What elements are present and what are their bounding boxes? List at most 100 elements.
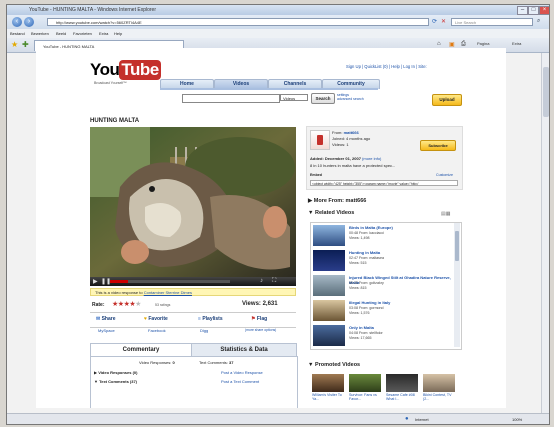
promoted-item[interactable]: William's Visiter To Ya... bbox=[312, 374, 344, 401]
search-icon[interactable]: ⌕ bbox=[537, 18, 540, 25]
minimize-icon[interactable]: – bbox=[517, 6, 528, 15]
video-thumbnail[interactable] bbox=[313, 300, 345, 321]
tab-statistics[interactable]: Statistics & Data bbox=[191, 343, 297, 357]
post-video-response-link[interactable]: Post a Video Response bbox=[221, 370, 263, 375]
promoted-item[interactable]: Survivor: Fans vs Favor... bbox=[349, 374, 381, 401]
favorites-star-icon[interactable]: ★ bbox=[11, 40, 18, 49]
video-thumbnail[interactable] bbox=[313, 225, 345, 246]
post-text-comment-link[interactable]: Post a Text Comment bbox=[221, 379, 259, 384]
close-icon[interactable]: × bbox=[539, 6, 549, 15]
promoted-item[interactable]: Bikini Contest, TV (2... bbox=[423, 374, 455, 401]
page-scrollbar[interactable] bbox=[541, 53, 549, 413]
address-bar[interactable]: http://www.youtube.com/watch?v=560ZRTl4A… bbox=[47, 18, 429, 26]
subscribe-button[interactable]: Subscribe bbox=[420, 140, 456, 151]
videos-count: Videos: 1 bbox=[332, 142, 349, 147]
video-player[interactable] bbox=[90, 127, 296, 277]
list-item[interactable]: Birds in Malta (Europe) 00:48 From: kacci… bbox=[311, 223, 453, 248]
more-share-options[interactable]: (more share options) bbox=[245, 328, 276, 332]
favorite-icon: ♥ bbox=[144, 316, 147, 322]
browser-search-input[interactable]: Live Search bbox=[451, 18, 533, 26]
joined-text: Joined: 4 months ago bbox=[332, 136, 371, 141]
list-item[interactable]: Illegal Hunting in Italy 03:08 From: gorm… bbox=[311, 298, 453, 323]
embed-code-field[interactable]: <object width="425" height="355"><param … bbox=[310, 180, 458, 186]
menu-view[interactable]: Beeld bbox=[56, 31, 66, 36]
seek-bar[interactable] bbox=[110, 280, 230, 283]
more-info-link[interactable]: (more info) bbox=[362, 156, 381, 161]
chevron-right-icon: ▶ bbox=[308, 198, 313, 204]
tab-commentary[interactable]: Commentary bbox=[90, 343, 192, 357]
customize-link[interactable]: Customize bbox=[436, 173, 453, 177]
share-facebook[interactable]: Facebook bbox=[148, 328, 166, 333]
video-thumbnail[interactable] bbox=[349, 374, 381, 392]
list-item[interactable]: Injured Black Winged Stilt at Ghadira Na… bbox=[311, 273, 453, 298]
fullscreen-icon[interactable]: ⛶ bbox=[272, 278, 276, 285]
tools-menu[interactable]: Extra bbox=[512, 41, 521, 46]
video-description: 8 in 10 hunters in malta have a protecte… bbox=[310, 163, 396, 168]
advanced-search-link[interactable]: advanced search bbox=[337, 97, 364, 101]
share-digg[interactable]: Digg bbox=[200, 328, 208, 333]
video-thumbnail[interactable] bbox=[423, 374, 455, 392]
embed-label: Embed bbox=[310, 173, 322, 177]
avatar[interactable] bbox=[310, 130, 330, 150]
nav-underline bbox=[160, 88, 378, 90]
related-videos-list: Birds in Malta (Europe) 00:48 From: kacci… bbox=[310, 222, 462, 350]
page-menu[interactable]: Pagina bbox=[477, 41, 489, 46]
menu-favorites[interactable]: Favorieten bbox=[73, 31, 92, 36]
menu-tools[interactable]: Extra bbox=[99, 31, 108, 36]
video-frame bbox=[90, 127, 296, 277]
text-comments-row[interactable]: ▼ Text Comments (37) bbox=[94, 379, 137, 384]
rating-star[interactable]: ★ bbox=[135, 301, 141, 308]
response-link[interactable]: Contaminer Sterrine Dimes bbox=[144, 290, 192, 295]
favorite-button[interactable]: ♥ Favorite bbox=[144, 314, 168, 324]
video-thumbnail[interactable] bbox=[312, 374, 344, 392]
playlists-button[interactable]: ≡ Playlists bbox=[198, 314, 223, 324]
youtube-logo[interactable]: You Tube bbox=[90, 60, 161, 80]
video-responses-summary: Video Responses: 0 bbox=[139, 360, 175, 365]
video-thumbnail[interactable] bbox=[313, 325, 345, 346]
share-button[interactable]: ✉ Share bbox=[96, 314, 116, 324]
video-thumbnail[interactable] bbox=[386, 374, 418, 392]
share-icon: ✉ bbox=[96, 316, 101, 322]
youtube-page: You Tube Broadcast Yourself™ Sign Up | Qu… bbox=[36, 48, 506, 408]
list-item[interactable]: Only in Malta 04:08 From: stellfolor Views… bbox=[311, 323, 453, 348]
search-button[interactable]: Search bbox=[311, 93, 335, 104]
menu-file[interactable]: Bestand bbox=[10, 31, 25, 36]
search-category-select[interactable]: Videos bbox=[280, 94, 308, 101]
maximize-icon[interactable]: □ bbox=[528, 6, 539, 15]
upload-button[interactable]: Upload bbox=[432, 94, 462, 106]
rating-stars[interactable]: ★★★★★ bbox=[112, 300, 141, 308]
play-icon[interactable]: ▶ bbox=[93, 278, 98, 285]
related-scrollbar[interactable] bbox=[454, 223, 460, 347]
feeds-icon[interactable]: ▣ bbox=[449, 41, 455, 48]
search-input[interactable] bbox=[182, 94, 280, 103]
chevron-down-icon: ▼ bbox=[308, 362, 314, 368]
list-item[interactable]: Hunting in Malta 02:47 From: maltasea View… bbox=[311, 248, 453, 273]
volume-icon[interactable]: ♪ bbox=[260, 278, 263, 284]
promoted-item[interactable]: Sesame Cafe #08 What I... bbox=[386, 374, 418, 401]
refresh-icon[interactable]: ⟳ bbox=[432, 18, 437, 25]
menu-edit[interactable]: Bewerken bbox=[31, 31, 49, 36]
add-favorite-icon[interactable]: ✚ bbox=[22, 40, 29, 49]
menu-help[interactable]: Help bbox=[114, 31, 122, 36]
related-videos-header[interactable]: ▼ Related Videos bbox=[308, 210, 354, 216]
more-from-header[interactable]: ▶ More From: matt666 bbox=[308, 198, 366, 204]
window-title: YouTube - HUNTING MALTA - Windows Intern… bbox=[29, 7, 156, 13]
home-icon[interactable]: ⌂ bbox=[437, 41, 441, 47]
stop-icon[interactable]: ✕ bbox=[441, 18, 446, 25]
back-icon[interactable]: ‹ bbox=[12, 17, 22, 27]
list-view-icon[interactable]: ▤▦ bbox=[441, 211, 450, 217]
channel-link[interactable]: matt666 bbox=[344, 130, 359, 135]
flag-icon: ⚑ bbox=[251, 316, 256, 322]
promoted-videos-header[interactable]: ▼ Promoted Videos bbox=[308, 362, 360, 368]
video-responses-row[interactable]: ▶ Video Responses (0) bbox=[94, 370, 137, 375]
flag-button[interactable]: ⚑ Flag bbox=[251, 314, 267, 324]
video-thumbnail[interactable] bbox=[313, 250, 345, 271]
share-myspace[interactable]: MySpace bbox=[98, 328, 115, 333]
rate-label: Rate: bbox=[92, 302, 105, 308]
forward-icon[interactable]: › bbox=[24, 17, 34, 27]
video-thumbnail[interactable] bbox=[313, 275, 345, 296]
print-icon[interactable]: ⎙ bbox=[461, 41, 466, 48]
account-links[interactable]: Sign Up | QuickList (0) | Help | Log In … bbox=[346, 64, 427, 69]
title-bar: YouTube - HUNTING MALTA - Windows Intern… bbox=[7, 5, 549, 15]
zoom-level[interactable]: 100% bbox=[512, 417, 522, 422]
